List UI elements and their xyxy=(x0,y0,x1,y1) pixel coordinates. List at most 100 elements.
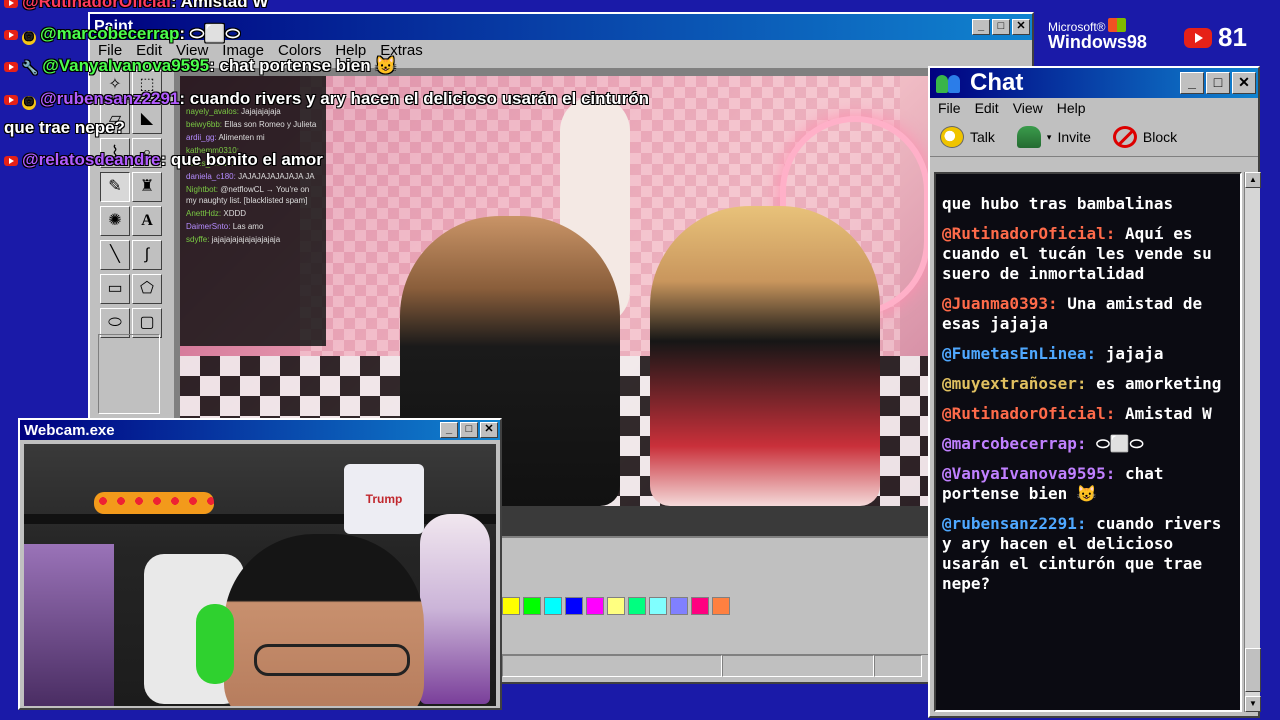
webcam-feed: Trump xyxy=(24,444,496,706)
color-swatch[interactable] xyxy=(586,597,604,615)
color-swatch[interactable] xyxy=(628,597,646,615)
scroll-down-button[interactable]: ▼ xyxy=(1245,696,1261,712)
chat-message: @rubensanz2291: cuando rivers y ary hace… xyxy=(942,514,1234,594)
menu-help[interactable]: Help xyxy=(1057,100,1086,116)
line-icon[interactable]: ╲ xyxy=(100,240,130,270)
chat-message: @RutinadorOficial: Amistad W xyxy=(942,404,1234,424)
overlay-chat-user: @marcobecerrap xyxy=(40,24,180,43)
talk-button[interactable]: Talk xyxy=(940,126,995,148)
overlay-chat-text: : cuando rivers y ary hacen el delicioso… xyxy=(179,89,649,108)
maximize-button[interactable]: □ xyxy=(460,422,478,438)
overlay-chat-text: : Amistad W xyxy=(170,0,269,11)
youtube-icon xyxy=(4,61,18,72)
stream-chat-item: beiwy6bb: Ellas son Romeo y Julieta xyxy=(186,120,317,129)
chat-message-text: ⬭⬜⬭ xyxy=(1086,434,1144,453)
chat-titlebar[interactable]: Chat _ □ ✕ xyxy=(930,68,1258,98)
menu-view[interactable]: View xyxy=(1013,100,1043,116)
text-tool-icon[interactable]: A xyxy=(132,206,162,236)
stream-chat-item: daniela_c180: JAJAJAJAJAJAJA JA xyxy=(186,172,315,181)
menu-edit[interactable]: Edit xyxy=(975,100,999,116)
block-label: Block xyxy=(1142,129,1178,145)
color-palette xyxy=(502,597,733,615)
color-swatch[interactable] xyxy=(670,597,688,615)
close-button[interactable]: ✕ xyxy=(480,422,498,438)
minimize-button[interactable]: _ xyxy=(1180,72,1204,94)
close-button[interactable]: ✕ xyxy=(1012,19,1030,35)
scroll-up-button[interactable]: ▲ xyxy=(1245,172,1261,188)
airbrush-icon[interactable]: ✺ xyxy=(100,206,130,236)
close-button[interactable]: ✕ xyxy=(1232,72,1256,94)
brush-icon[interactable]: ♜ xyxy=(132,172,162,202)
webcam-titlebar[interactable]: Webcam.exe _ □ ✕ xyxy=(20,420,500,440)
rectangle-icon[interactable]: ▭ xyxy=(100,274,130,304)
minimize-button[interactable]: _ xyxy=(972,19,990,35)
webcam-title: Webcam.exe xyxy=(24,421,115,439)
color-swatch[interactable] xyxy=(712,597,730,615)
paint-toolbox: ✧ ⬚ ▱ ◣ ⌇ ⌕ ✎ ♜ ✺ A ╲ ∫ ▭ ⬠ ⬭ ▢ xyxy=(98,70,166,370)
chat-message-user: @muyextrañoser: xyxy=(942,374,1087,393)
member-star-icon: ✪ xyxy=(22,30,36,45)
polygon-icon[interactable]: ⬠ xyxy=(132,274,162,304)
chat-message-user: @RutinadorOficial: xyxy=(942,224,1116,243)
minimize-button[interactable]: _ xyxy=(440,422,458,438)
chat-scrollbar[interactable]: ▲ ▼ xyxy=(1244,172,1261,712)
chat-message: @RutinadorOficial: Aquí es cuando el tuc… xyxy=(942,224,1234,284)
joker-figure xyxy=(420,514,490,704)
color-swatch[interactable] xyxy=(523,597,541,615)
webcam-window[interactable]: Webcam.exe _ □ ✕ Trump xyxy=(18,418,502,710)
chat-message: @muyextrañoser: es amorketing xyxy=(942,374,1234,394)
block-button[interactable]: Block xyxy=(1112,126,1178,148)
stream-chat-item: AnettHdz: XDDD xyxy=(186,209,247,218)
talk-icon xyxy=(940,126,964,148)
overlay-chat-line: que trae nepe? xyxy=(4,118,125,138)
chat-log: que hubo tras bambalinas @RutinadorOficia… xyxy=(934,172,1242,712)
stream-chat-item: Nightbot: @netflowCL → You're on my naug… xyxy=(186,185,310,205)
overlay-chat-text: : ⬭⬜⬭ xyxy=(179,24,241,43)
youtube-icon xyxy=(4,0,18,8)
overlay-chat-text: : que bonito el amor xyxy=(160,150,323,169)
block-icon xyxy=(1112,126,1137,148)
color-swatch[interactable] xyxy=(691,597,709,615)
color-swatch[interactable] xyxy=(544,597,562,615)
overlay-chat-user: @relatosdeandre xyxy=(22,150,161,169)
overlay-chat-text: : chat portense bien 😺 xyxy=(209,56,397,75)
scroll-thumb[interactable] xyxy=(1245,648,1261,692)
chat-message-text: es amorketing xyxy=(1086,374,1222,393)
curve-icon[interactable]: ∫ xyxy=(132,240,162,270)
color-swatch[interactable] xyxy=(607,597,625,615)
youtube-icon xyxy=(4,94,18,105)
chat-message: que hubo tras bambalinas xyxy=(942,194,1234,214)
pencil-icon[interactable]: ✎ xyxy=(100,172,130,202)
chat-message-user: @marcobecerrap: xyxy=(942,434,1087,453)
youtube-icon xyxy=(4,155,18,166)
streamer-face xyxy=(196,534,424,706)
chat-message-user: @rubensanz2291: xyxy=(942,514,1087,533)
stream-embedded-chat: nayely_avalos: Jajajajajaja beiwy6bb: Ell… xyxy=(180,76,326,346)
tool-options[interactable] xyxy=(98,334,160,414)
chat-window[interactable]: Chat _ □ ✕ File Edit View Help Talk ▾ In… xyxy=(928,66,1261,718)
maximize-button[interactable]: □ xyxy=(1206,72,1230,94)
color-swatch[interactable] xyxy=(502,597,520,615)
chat-message-text: Amistad W xyxy=(1115,404,1212,423)
overlay-chat-line: ✪ @rubensanz2291: cuando rivers y ary hac… xyxy=(0,89,649,110)
youtube-icon xyxy=(1184,27,1212,48)
chat-message: @VanyaIvanova9595: chat portense bien 😺 xyxy=(942,464,1234,504)
viewer-count: 81 xyxy=(1218,22,1247,52)
invite-icon xyxy=(1016,126,1041,148)
stream-chat-item: sdyffe: jajajajajajajajajajaja xyxy=(186,235,281,244)
chat-message-user: @Juanma0393: xyxy=(942,294,1058,313)
color-swatch[interactable] xyxy=(565,597,583,615)
menu-file[interactable]: File xyxy=(938,100,961,116)
color-swatch[interactable] xyxy=(649,597,667,615)
windows98-logo: Microsoft® Windows98 xyxy=(1048,20,1147,53)
chat-message: @marcobecerrap: ⬭⬜⬭ xyxy=(942,434,1234,454)
chat-toolbar: Talk ▾ Invite Block xyxy=(930,118,1258,157)
invite-button[interactable]: ▾ Invite xyxy=(1016,126,1091,148)
overlay-chat-line: @relatosdeandre: que bonito el amor xyxy=(0,150,323,171)
windows98-label: Windows98 xyxy=(1048,32,1147,52)
chat-users-icon xyxy=(934,71,964,95)
overlay-chat-user: @VanyaIvanova9595 xyxy=(42,56,210,75)
invite-label: Invite xyxy=(1057,129,1091,145)
maximize-button[interactable]: □ xyxy=(992,19,1010,35)
overlay-chat-line: 🔧 @VanyaIvanova9595: chat portense bien 😺 xyxy=(0,56,396,77)
